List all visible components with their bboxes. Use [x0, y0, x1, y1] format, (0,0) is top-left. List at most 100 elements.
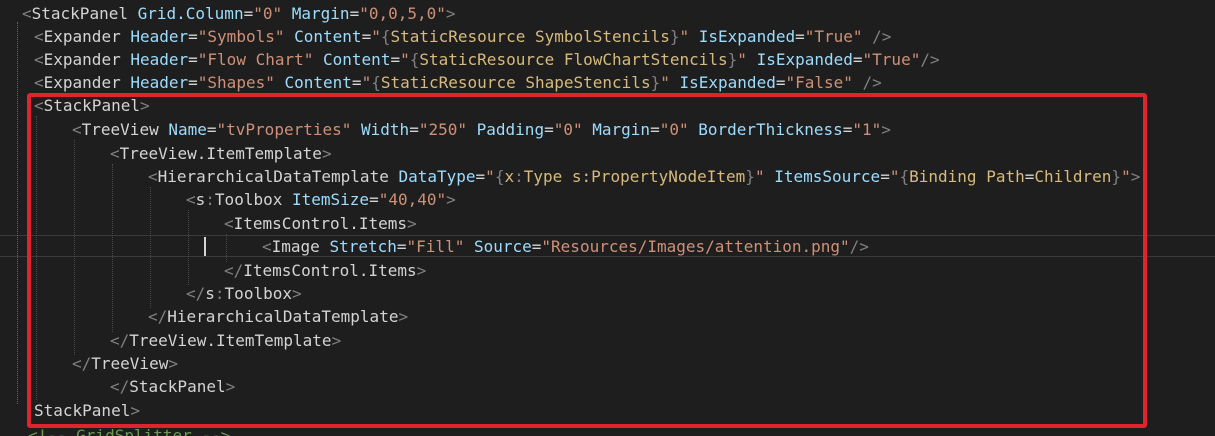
code-token: </: [186, 284, 206, 303]
code-token: =: [188, 73, 198, 92]
code-token: =: [243, 4, 254, 23]
code-line: <Expander Header="Shapes" Content="{Stat…: [34, 71, 882, 94]
code-token: Margin: [291, 4, 350, 23]
code-token: s:PropertyNodeItem: [571, 167, 746, 186]
code-token: "Fill": [406, 237, 465, 256]
code-token: <: [34, 50, 44, 69]
code-editor[interactable]: <StackPanel Grid.Column="0" Margin="0,0,…: [0, 0, 1215, 436]
code-token: =: [409, 120, 419, 139]
code-token: =: [188, 27, 198, 46]
code-token: =: [188, 50, 198, 69]
code-token: }: [650, 73, 661, 92]
code-token: >: [291, 284, 302, 303]
code-token: =: [795, 27, 805, 46]
code-token: SymbolStencils: [534, 27, 670, 46]
code-token: ItemsSource: [774, 167, 881, 186]
code-token: ": [485, 167, 495, 186]
code-token: <: [22, 4, 32, 23]
code-token: "Symbols": [197, 27, 285, 46]
code-token: "True": [862, 50, 921, 69]
code-token: StackPanel: [43, 96, 140, 115]
code-token: =: [369, 190, 379, 209]
code-token: TreeView: [81, 120, 159, 139]
code-token: FlowChartStencils: [563, 50, 728, 69]
code-token: x: [504, 167, 515, 186]
code-token: "Shapes": [197, 73, 275, 92]
code-token: StaticResource: [380, 73, 516, 92]
indent-guide: [36, 116, 37, 400]
code-token: TreeView.ItemTemplate: [129, 331, 332, 350]
indent-guide: [226, 234, 227, 262]
code-token: Content: [323, 50, 391, 69]
code-token: {: [371, 73, 381, 92]
code-token: =: [852, 50, 863, 69]
code-token: ": [737, 50, 747, 69]
code-token: Expander: [43, 50, 121, 69]
code-token: ": [679, 27, 690, 46]
code-token: StackPanel: [129, 377, 226, 396]
code-token: ItemSize: [292, 190, 370, 209]
code-token: ": [371, 27, 381, 46]
code-token: s: [195, 190, 206, 209]
code-token: =: [390, 50, 401, 69]
code-token: =: [396, 237, 407, 256]
code-token: :: [514, 167, 524, 186]
code-token: </: [148, 307, 168, 326]
code-token: Content: [294, 27, 362, 46]
text-caret: [204, 237, 206, 256]
code-token: Expander: [43, 73, 121, 92]
code-token: <: [34, 27, 44, 46]
code-token: ": [1121, 167, 1131, 186]
code-token: HierarchicalDataTemplate: [167, 307, 399, 326]
code-token: <: [34, 96, 44, 115]
code-token: ": [660, 73, 670, 92]
code-token: />: [920, 50, 940, 69]
code-token: </: [110, 377, 130, 396]
code-token: StaticResource: [390, 27, 526, 46]
code-token: =: [1024, 167, 1035, 186]
code-line: </TreeView.ItemTemplate>: [110, 329, 341, 352]
code-token: "Resources/Images/attention.png": [541, 237, 850, 256]
code-token: =: [349, 4, 360, 23]
code-token: Margin: [592, 120, 651, 139]
code-token: ": [754, 167, 765, 186]
code-token: Binding: [909, 167, 977, 186]
code-token: "0,0,5,0": [359, 4, 446, 23]
code-token: "0": [253, 4, 283, 23]
code-token: "Flow Chart": [197, 50, 314, 69]
code-token: Toolbox: [224, 284, 292, 303]
code-token: {: [409, 50, 420, 69]
code-token: IsExpanded: [679, 73, 776, 92]
code-token: :: [214, 284, 225, 303]
code-token: =: [351, 73, 362, 92]
code-token: "True": [804, 27, 863, 46]
code-line: <TreeView.ItemTemplate>: [110, 142, 332, 165]
code-token: <: [110, 144, 120, 163]
code-token: <: [262, 237, 272, 256]
indent-guide: [112, 164, 113, 332]
code-token: Children: [1034, 167, 1112, 186]
code-token: StaticResource: [419, 50, 555, 69]
code-token: Image: [271, 237, 320, 256]
indent-guide: [150, 187, 151, 308]
code-token: Name: [168, 120, 207, 139]
code-token: >: [168, 354, 178, 373]
code-token: <: [186, 190, 196, 209]
code-token: =: [361, 27, 372, 46]
code-token: >: [331, 331, 342, 350]
code-line: </s:Toolbox>: [186, 282, 302, 305]
